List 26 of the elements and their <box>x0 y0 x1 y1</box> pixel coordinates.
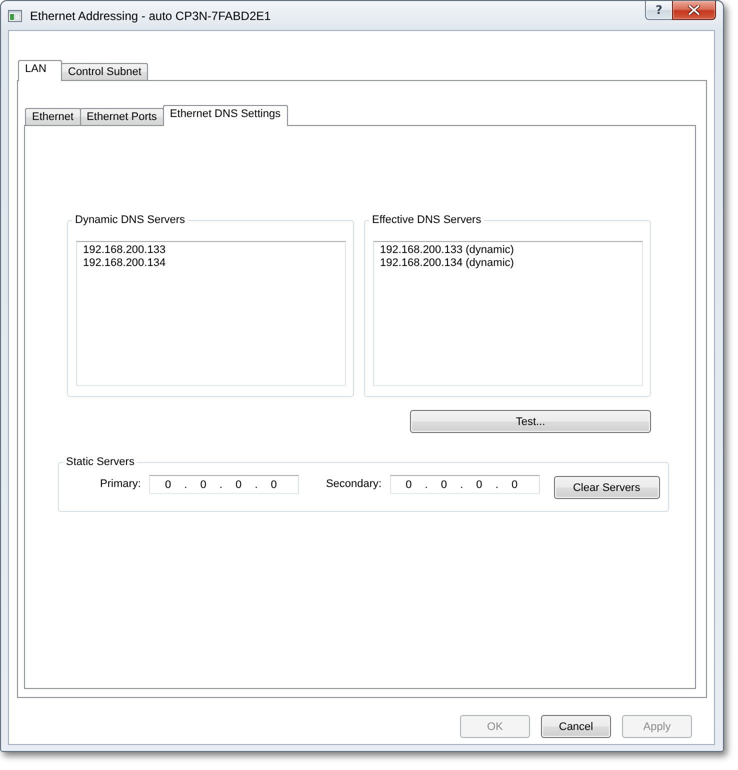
list-item[interactable]: 192.168.200.133 <box>83 244 166 257</box>
ip-address-field[interactable]: 0 . 0 . 0 . 0 <box>148 475 299 494</box>
list-item[interactable]: 192.168.200.133 (dynamic) <box>380 244 514 257</box>
help-button[interactable]: ? <box>645 1 672 20</box>
tab[interactable]: Control Subnet <box>61 63 148 80</box>
list-item[interactable]: 192.168.200.134 (dynamic) <box>380 257 514 270</box>
tab[interactable]: Ethernet DNS Settings <box>162 105 288 126</box>
field-label: Primary: <box>100 477 141 492</box>
ip-address-field[interactable]: 0 . 0 . 0 . 0 <box>390 475 540 494</box>
list-box[interactable]: 192.168.200.133 192.168.200.134 <box>76 241 346 386</box>
clear-servers-button[interactable]: Clear Servers <box>554 476 660 499</box>
list-item[interactable]: 192.168.200.134 <box>83 257 166 270</box>
window-title: Ethernet Addressing - auto CP3N-7FABD2E1 <box>30 8 272 22</box>
test-button[interactable]: Test... <box>410 410 651 433</box>
group-title: Effective DNS Servers <box>371 214 482 227</box>
tab[interactable]: LAN <box>18 60 62 81</box>
dialog-button[interactable]: Cancel <box>541 715 611 738</box>
close-button[interactable] <box>672 1 716 20</box>
window-icon <box>8 10 22 22</box>
tab[interactable]: Ethernet <box>25 108 81 125</box>
tab[interactable]: Ethernet Ports <box>80 108 164 125</box>
close-icon <box>688 5 700 15</box>
field-label: Secondary: <box>326 477 382 492</box>
list-box[interactable]: 192.168.200.133 (dynamic) 192.168.200.134 (dynamic) <box>373 241 643 386</box>
group-title: Static Servers <box>65 456 136 469</box>
group-title: Dynamic DNS Servers <box>74 214 186 227</box>
